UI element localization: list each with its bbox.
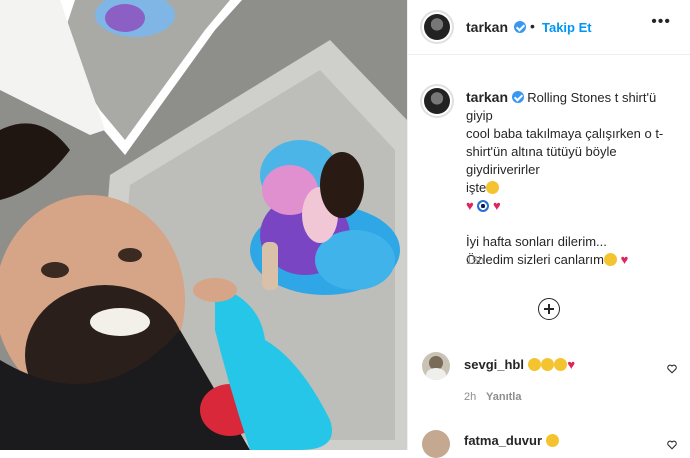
photo-illustration [0, 0, 407, 450]
follow-button[interactable]: Takip Et [542, 20, 592, 35]
author-username[interactable]: tarkan [466, 19, 508, 35]
clap-emoji-icon [541, 358, 555, 371]
heart-eyes-emoji-icon [546, 434, 560, 447]
reply-button[interactable]: Yanıtla [486, 391, 521, 403]
commenter-avatar[interactable] [422, 430, 450, 458]
heart-emoji-icon: ♥ [620, 252, 629, 267]
heart-emoji-icon: ♥ [466, 198, 474, 213]
load-more-comments-icon[interactable] [538, 298, 560, 320]
clap-emoji-icon [528, 358, 542, 371]
smiling-emoji-icon [603, 253, 617, 266]
caption-line-2: cool baba takılmaya çalışırken o t- [466, 126, 664, 141]
post-caption: tarkan Rolling Stones t shirt'ü giyip co… [466, 88, 684, 269]
post-photo [0, 0, 407, 450]
comment-emojis: ♥ [528, 357, 575, 372]
like-comment-icon[interactable] [667, 440, 677, 450]
verified-badge-icon [514, 21, 526, 33]
caption-missed-line: Özledim sizleri canlarım [466, 252, 604, 267]
comment-time: 2h [464, 391, 477, 403]
caption-line-4: işte [466, 180, 487, 195]
smiling-emoji-icon [486, 181, 500, 194]
post-sidebar: tarkan • Takip Et ••• tarkan Rolling Sto… [407, 0, 690, 458]
commenter-username[interactable]: sevgi_hbl [464, 357, 524, 372]
commenter-avatar[interactable] [422, 352, 450, 380]
evil-eye-emoji-icon [477, 200, 490, 212]
caption-verified-badge-icon [511, 91, 524, 103]
heart-eyes-emoji-icon [554, 358, 568, 371]
post-timestamp: 15h [466, 255, 485, 267]
post-header: tarkan • Takip Et ••• [408, 0, 690, 55]
follow-separator: • [530, 18, 535, 34]
more-options-icon[interactable]: ••• [651, 14, 671, 30]
heart-emoji-icon: ♥ [567, 357, 576, 372]
caption-weekend-line: İyi hafta sonları dilerim... [466, 234, 607, 249]
caption-author-avatar[interactable] [420, 84, 454, 118]
caption-line-3: shirt'ün altına tütüyü böyle giydiriveri… [466, 144, 617, 177]
like-comment-icon[interactable] [667, 364, 677, 374]
commenter-username[interactable]: fatma_duvur [464, 433, 542, 448]
author-avatar[interactable] [420, 10, 454, 44]
heart-emoji-icon: ♥ [492, 198, 501, 213]
caption-username[interactable]: tarkan [466, 89, 508, 105]
